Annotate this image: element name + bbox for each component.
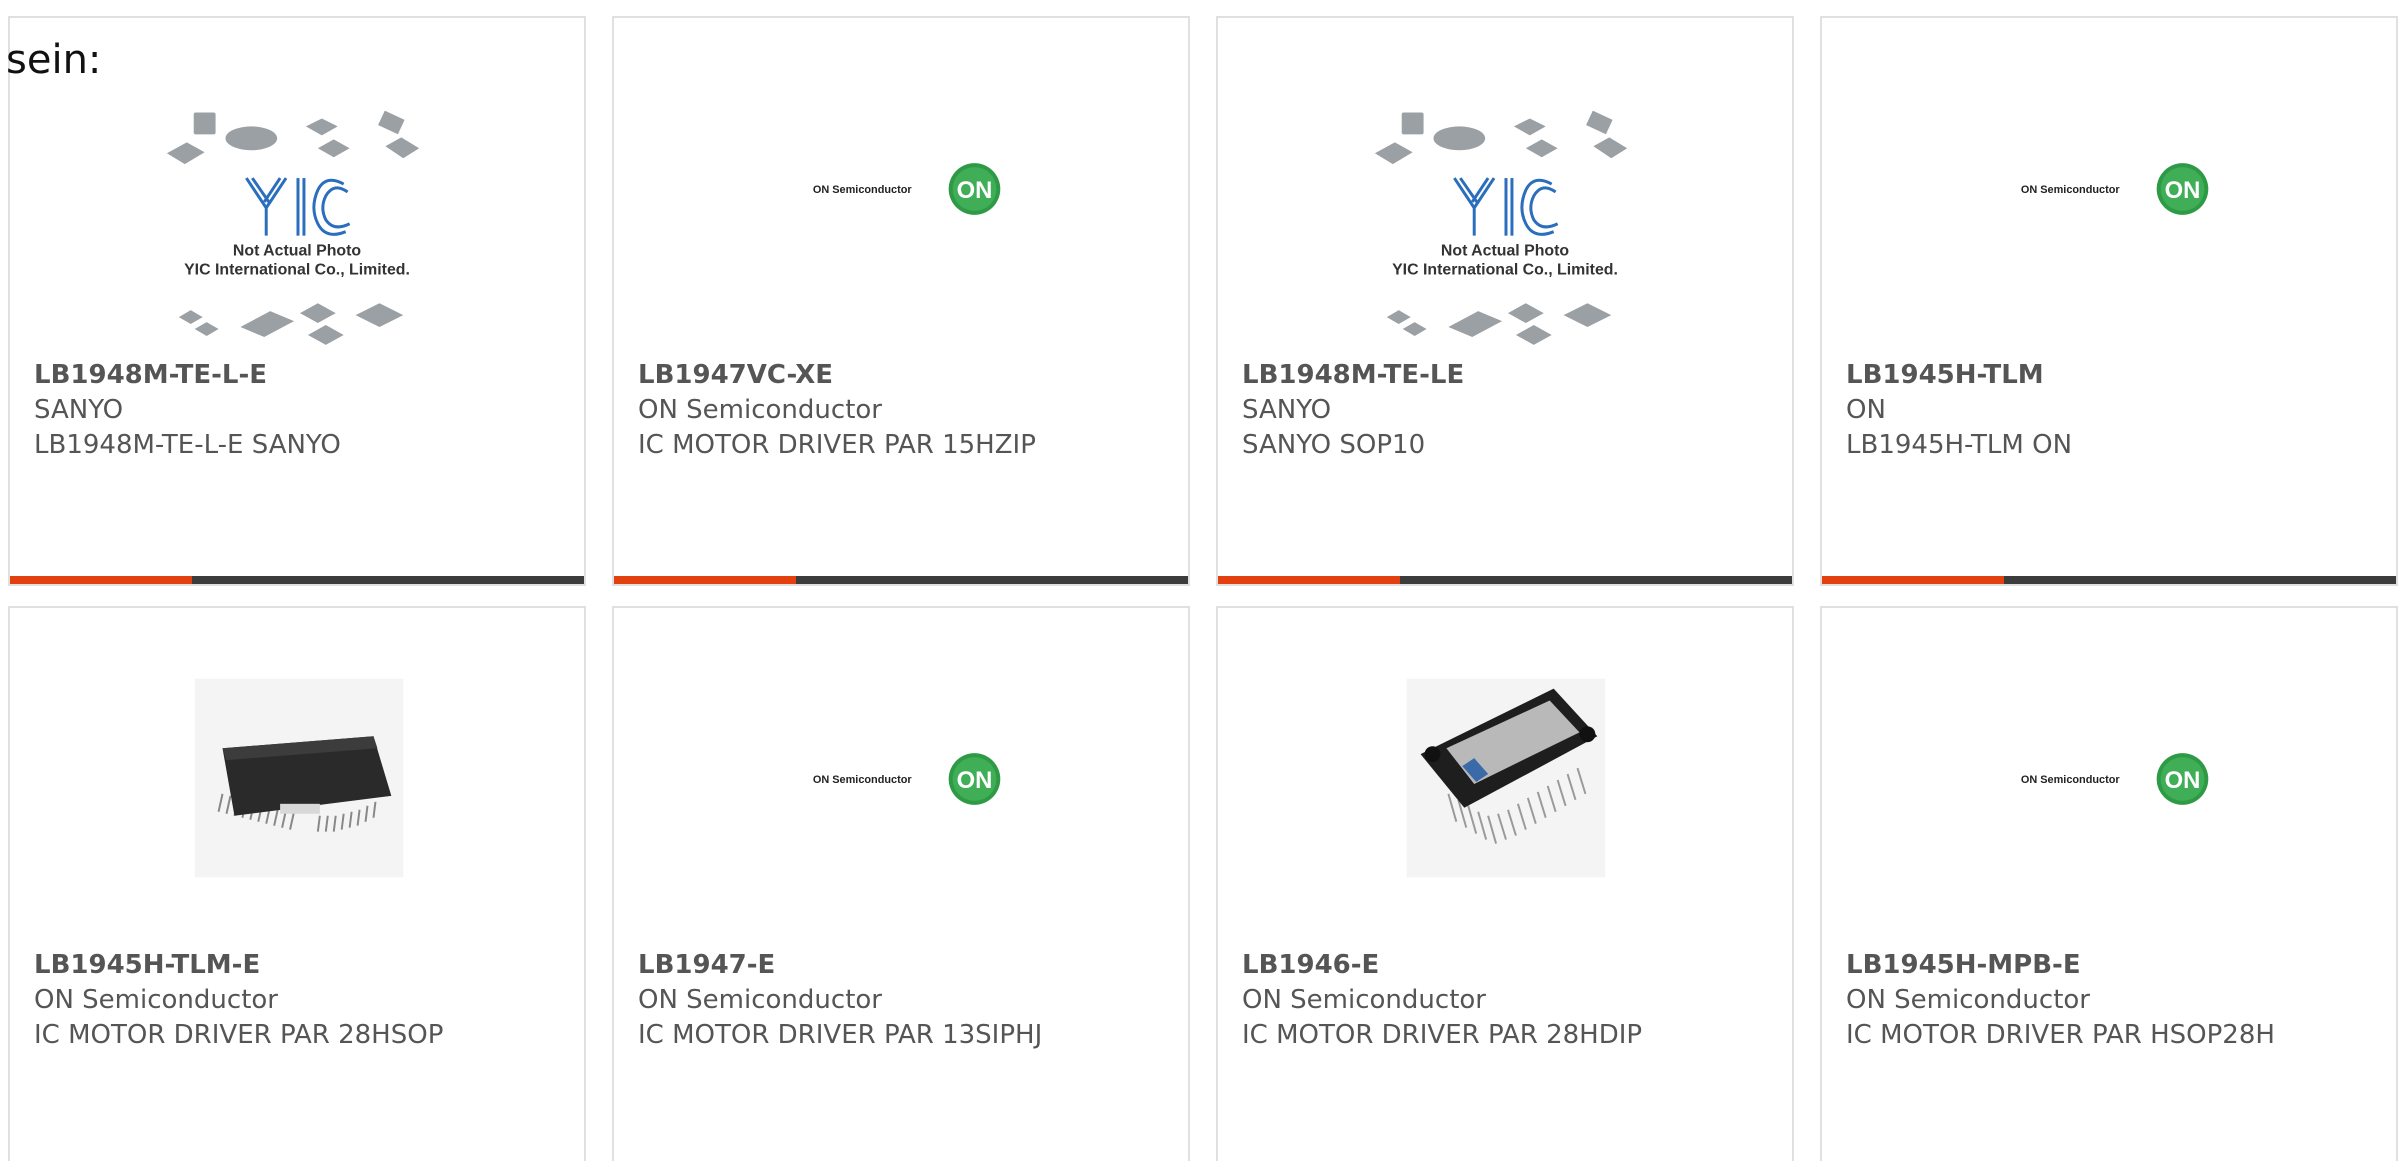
description: LB1948M-TE-L-E SANYO <box>34 430 341 460</box>
product-grid-page: sein: Not Actual Photo YIC International… <box>0 0 2400 1161</box>
product-card[interactable]: LB1946-E ON Semiconductor IC MOTOR DRIVE… <box>1216 606 1794 1161</box>
product-image-on-semiconductor-logo[interactable]: ON Semiconductor ON <box>614 18 1188 358</box>
card-footer-bar <box>1218 576 1792 584</box>
description: LB1945H-TLM ON <box>1846 430 2073 460</box>
card-footer-bar <box>1822 576 2396 584</box>
part-number-link[interactable]: LB1948M-TE-L-E <box>34 358 564 393</box>
manufacturer: ON <box>1846 395 1886 425</box>
part-number-link[interactable]: LB1945H-TLM <box>1846 358 2376 393</box>
product-info: LB1948M-TE-L-E SANYO LB1948M-TE-L-E SANY… <box>34 358 564 463</box>
product-image-yic-placeholder[interactable]: Not Actual Photo YIC International Co., … <box>1218 18 1792 358</box>
part-number-link[interactable]: LB1945H-MPB-E <box>1846 948 2376 983</box>
svg-text:ON: ON <box>2165 177 2201 204</box>
svg-text:ON Semiconductor: ON Semiconductor <box>2021 184 2121 196</box>
description: IC MOTOR DRIVER PAR 13SIPHJ <box>638 1020 1043 1050</box>
product-card[interactable]: ON Semiconductor ON LB1945H-TLM ON LB194… <box>1820 16 2398 586</box>
card-footer-accent <box>1218 576 1400 584</box>
manufacturer: ON Semiconductor <box>638 985 882 1015</box>
product-image-on-semiconductor-logo[interactable]: ON Semiconductor ON <box>614 608 1188 948</box>
product-info: LB1945H-TLM-E ON Semiconductor IC MOTOR … <box>34 948 564 1053</box>
manufacturer: ON Semiconductor <box>34 985 278 1015</box>
description: IC MOTOR DRIVER PAR 28HDIP <box>1242 1020 1643 1050</box>
product-info: LB1947VC-XE ON Semiconductor IC MOTOR DR… <box>638 358 1168 463</box>
product-card[interactable]: Not Actual Photo YIC International Co., … <box>8 16 586 586</box>
product-card[interactable]: Not Actual Photo YIC International Co., … <box>1216 16 1794 586</box>
card-footer-bar <box>614 576 1188 584</box>
description: IC MOTOR DRIVER PAR HSOP28H <box>1846 1020 2275 1050</box>
product-image-hsop-chip[interactable] <box>10 608 584 948</box>
product-card[interactable]: LB1945H-TLM-E ON Semiconductor IC MOTOR … <box>8 606 586 1161</box>
svg-text:ON Semiconductor: ON Semiconductor <box>813 184 913 196</box>
card-footer-bar <box>10 576 584 584</box>
description: IC MOTOR DRIVER PAR 28HSOP <box>34 1020 444 1050</box>
manufacturer: SANYO <box>1242 395 1332 425</box>
svg-text:ON: ON <box>957 177 993 204</box>
product-image-hdip-chip[interactable] <box>1218 608 1792 948</box>
intro-text: sein: <box>6 37 102 83</box>
manufacturer: ON Semiconductor <box>1846 985 2090 1015</box>
product-info: LB1946-E ON Semiconductor IC MOTOR DRIVE… <box>1242 948 1772 1053</box>
product-card[interactable]: ON Semiconductor ON LB1945H-MPB-E ON Sem… <box>1820 606 2398 1161</box>
card-footer-accent <box>1822 576 2004 584</box>
product-card[interactable]: ON Semiconductor ON LB1947-E ON Semicond… <box>612 606 1190 1161</box>
svg-text:ON Semiconductor: ON Semiconductor <box>2021 774 2121 786</box>
product-info: LB1947-E ON Semiconductor IC MOTOR DRIVE… <box>638 948 1168 1053</box>
product-image-on-semiconductor-logo[interactable]: ON Semiconductor ON <box>1822 608 2396 948</box>
product-card[interactable]: ON Semiconductor ON LB1947VC-XE ON Semic… <box>612 16 1190 586</box>
product-info: LB1945H-MPB-E ON Semiconductor IC MOTOR … <box>1846 948 2376 1053</box>
card-footer-accent <box>614 576 796 584</box>
product-image-on-semiconductor-logo[interactable]: ON Semiconductor ON <box>1822 18 2396 358</box>
svg-text:YIC International Co., Limited: YIC International Co., Limited. <box>1392 261 1618 278</box>
svg-text:Not Actual Photo: Not Actual Photo <box>1441 243 1569 260</box>
svg-text:ON: ON <box>957 767 993 794</box>
svg-text:ON: ON <box>2165 767 2201 794</box>
svg-text:ON Semiconductor: ON Semiconductor <box>813 774 913 786</box>
manufacturer: ON Semiconductor <box>1242 985 1486 1015</box>
part-number-link[interactable]: LB1947-E <box>638 948 1168 983</box>
part-number-link[interactable]: LB1947VC-XE <box>638 358 1168 393</box>
product-info: LB1945H-TLM ON LB1945H-TLM ON <box>1846 358 2376 463</box>
description: SANYO SOP10 <box>1242 430 1426 460</box>
svg-text:YIC International Co., Limited: YIC International Co., Limited. <box>184 261 410 278</box>
description: IC MOTOR DRIVER PAR 15HZIP <box>638 430 1036 460</box>
card-footer-accent <box>10 576 192 584</box>
manufacturer: SANYO <box>34 395 124 425</box>
part-number-link[interactable]: LB1948M-TE-LE <box>1242 358 1772 393</box>
part-number-link[interactable]: LB1945H-TLM-E <box>34 948 564 983</box>
product-info: LB1948M-TE-LE SANYO SANYO SOP10 <box>1242 358 1772 463</box>
svg-text:Not Actual Photo: Not Actual Photo <box>233 243 361 260</box>
manufacturer: ON Semiconductor <box>638 395 882 425</box>
part-number-link[interactable]: LB1946-E <box>1242 948 1772 983</box>
